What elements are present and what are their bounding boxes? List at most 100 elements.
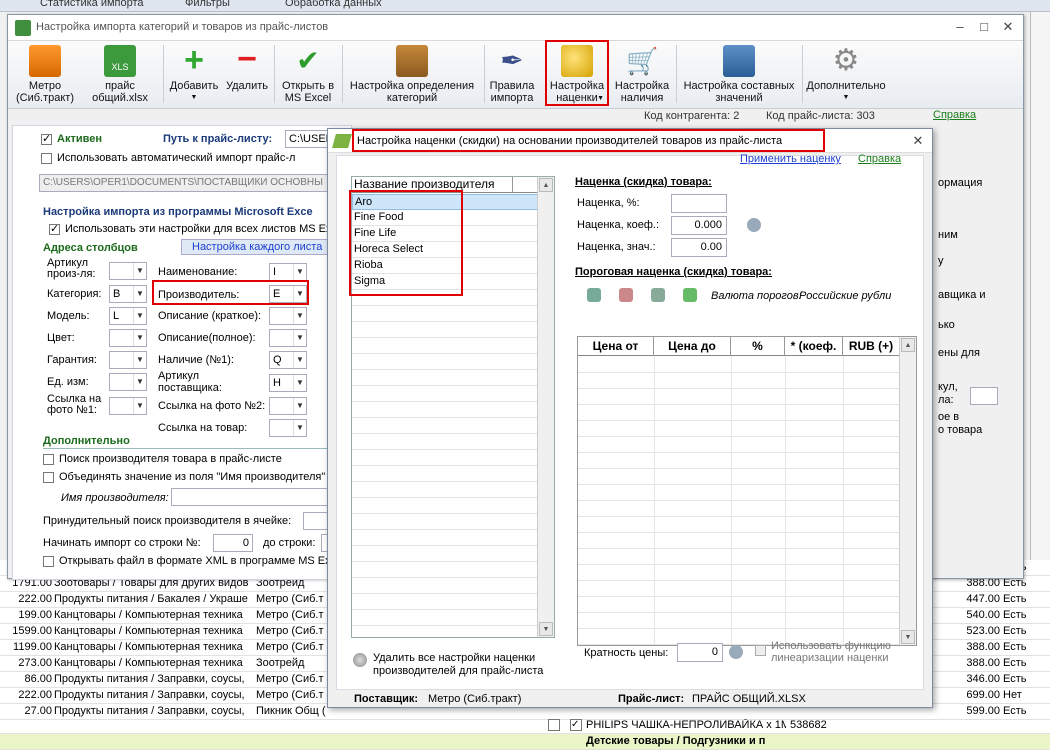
background-tab-strip: Статистика импорта Фильтры Обработка дан…: [0, 0, 1050, 12]
composite-values-button[interactable]: Настройка составных значений: [678, 43, 800, 107]
markup-title: Наценка (скидка) товара:: [575, 176, 712, 188]
auto-import-checkbox[interactable]: [41, 153, 52, 164]
photo1-column-select[interactable]: ▼: [109, 397, 147, 415]
calculator-icon[interactable]: [729, 645, 743, 659]
linearize-checkbox[interactable]: [755, 645, 766, 656]
app-icon: [15, 20, 31, 36]
delete-button[interactable]: − Удалить: [222, 40, 272, 107]
markup-dialog: Настройка наценки (скидки) на основании …: [327, 128, 933, 708]
help-link[interactable]: Справка: [858, 153, 901, 165]
category-column-select[interactable]: B ▼: [109, 285, 147, 303]
right-form-partial: ормация ним у авщика и ько ены для кул, …: [938, 125, 1023, 580]
merge-field-checkbox[interactable]: [43, 472, 54, 483]
product-link-column-select[interactable]: ▼: [269, 419, 307, 437]
scroll-up-icon[interactable]: ▲: [901, 338, 915, 352]
article-column-select[interactable]: ▼: [109, 262, 147, 280]
color-column-select[interactable]: ▼: [109, 329, 147, 347]
more-button[interactable]: ⚙ Дополнительно ▼: [804, 43, 888, 107]
scroll-down-icon[interactable]: ▼: [901, 630, 915, 644]
supplier-article-column-select[interactable]: H ▼: [269, 374, 307, 392]
scroll-down-icon[interactable]: ▼: [539, 622, 553, 636]
table-row[interactable]: ✓ PHILIPS ЧАШКА-НЕПРОЛИВАЙКА х 1МЕ 53868…: [0, 718, 1050, 734]
pricelist-value: ПРАЙС ОБЩИЙ.XLSX: [692, 693, 806, 705]
supplier-value: Метро (Сиб.тракт): [428, 693, 522, 705]
scroll-up-icon[interactable]: ▲: [539, 178, 553, 192]
checkmark-icon: ✔: [296, 45, 320, 76]
tab-filters[interactable]: Фильтры: [185, 0, 230, 9]
all-sheets-checkbox[interactable]: [49, 222, 60, 235]
highlight-manufacturer: [152, 280, 309, 305]
full-desc-column-select[interactable]: ▼: [269, 329, 307, 347]
col-percent[interactable]: %: [731, 337, 785, 356]
edit-threshold-icon[interactable]: [651, 288, 665, 302]
save-threshold-icon[interactable]: [683, 288, 697, 302]
gear-icon: ⚙: [832, 44, 860, 77]
import-rules-button[interactable]: ✒ Правила импорта: [486, 43, 538, 107]
tag-icon: [332, 134, 352, 148]
delete-threshold-icon[interactable]: [619, 288, 633, 302]
close-icon[interactable]: ✕: [997, 18, 1019, 36]
short-desc-column-select[interactable]: ▼: [269, 307, 307, 325]
availability-column-select[interactable]: Q ▼: [269, 351, 307, 369]
photo2-column-select[interactable]: ▼: [269, 397, 307, 415]
active-checkbox[interactable]: [41, 132, 52, 145]
currency-value: Российские рубли: [799, 290, 892, 302]
supplier-button[interactable]: Метро (Сиб.тракт): [14, 43, 76, 107]
status-line: Код контрагента: 2 Код прайс-листа: 303 …: [644, 109, 977, 122]
window-title: Настройка импорта категорий и товаров из…: [36, 21, 329, 33]
table-scrollbar[interactable]: ▲ ▼: [899, 337, 916, 645]
unit-column-select[interactable]: ▼: [109, 373, 147, 391]
threshold-title: Пороговая наценка (скидка) товара:: [575, 266, 772, 278]
col-rub[interactable]: RUB (+): [843, 337, 900, 356]
threshold-table[interactable]: Цена от Цена до % * (коеф. RUB (+) ▲ ▼: [577, 336, 917, 646]
help-link[interactable]: Справка: [933, 109, 976, 121]
window-titlebar: Настройка импорта категорий и товаров из…: [8, 15, 1023, 41]
cart-icon: 🛒: [626, 46, 659, 76]
maximize-icon[interactable]: □: [973, 18, 995, 36]
add-button[interactable]: + Добавить ▼: [166, 43, 222, 107]
start-row-input[interactable]: 0: [213, 534, 253, 552]
availability-settings-button[interactable]: 🛒 Настройка наличия: [610, 43, 674, 107]
apply-markup-link[interactable]: Применить наценку: [740, 153, 841, 165]
dialog-titlebar: Настройка наценки (скидки) на основании …: [328, 129, 932, 153]
tools-icon: [723, 45, 755, 77]
category-icon: [396, 45, 428, 77]
highlight-dialog-title: [352, 129, 825, 152]
close-icon[interactable]: ✕: [907, 132, 929, 150]
minus-icon: −: [237, 40, 257, 78]
list-scrollbar[interactable]: ▲ ▼: [537, 177, 554, 637]
open-xml-checkbox[interactable]: [43, 556, 54, 567]
markup-value-input[interactable]: 0.00: [671, 238, 727, 257]
truck-icon: [29, 45, 61, 77]
name-column-select[interactable]: I ▼: [269, 263, 307, 281]
warranty-column-select[interactable]: ▼: [109, 351, 147, 369]
col-price-from[interactable]: Цена от: [578, 337, 654, 356]
main-toolbar: Метро (Сиб.тракт) XLS прайс общий.xlsx +…: [8, 40, 1023, 109]
markup-coef-input[interactable]: 0.000: [671, 216, 727, 235]
minimize-icon[interactable]: –: [949, 18, 971, 36]
delete-all-settings[interactable]: Удалить все настройки наценки производит…: [373, 652, 543, 678]
category-settings-button[interactable]: Настройка определения категорий: [344, 43, 480, 107]
feather-icon: ✒: [500, 45, 524, 76]
model-column-select[interactable]: L ▼: [109, 307, 147, 325]
table-row[interactable]: Детские товары / Подгузники и п: [0, 734, 1050, 750]
price-multiplicity-input[interactable]: 0: [677, 643, 723, 662]
background-right-strip: [1030, 12, 1050, 572]
pricelist-button[interactable]: XLS прайс общий.xlsx: [86, 43, 154, 107]
col-price-to[interactable]: Цена до: [654, 337, 731, 356]
calculator-icon[interactable]: [747, 218, 761, 232]
manufacturer-name-input[interactable]: [171, 488, 351, 506]
dialog-body: Применить наценку Справка Название произ…: [336, 153, 924, 690]
search-manufacturer-checkbox[interactable]: [43, 454, 54, 465]
col-coef[interactable]: * (коеф.: [785, 337, 843, 356]
open-in-excel-button[interactable]: ✔ Открыть в MS Excel: [276, 43, 340, 107]
excel-file-icon: XLS: [104, 45, 136, 77]
delete-settings-icon[interactable]: [353, 653, 367, 667]
plus-icon: +: [184, 41, 204, 79]
tab-import-stats[interactable]: Статистика импорта: [40, 0, 144, 9]
markup-percent-input[interactable]: [671, 194, 727, 213]
highlight-manufacturer-list: [349, 190, 463, 296]
tab-data-processing[interactable]: Обработка данных: [285, 0, 382, 9]
add-threshold-icon[interactable]: [587, 288, 601, 302]
auto-path-input[interactable]: C:\USERS\OPER1\DOCUMENTS\ПОСТАВЩИКИ ОСНО…: [39, 174, 351, 192]
